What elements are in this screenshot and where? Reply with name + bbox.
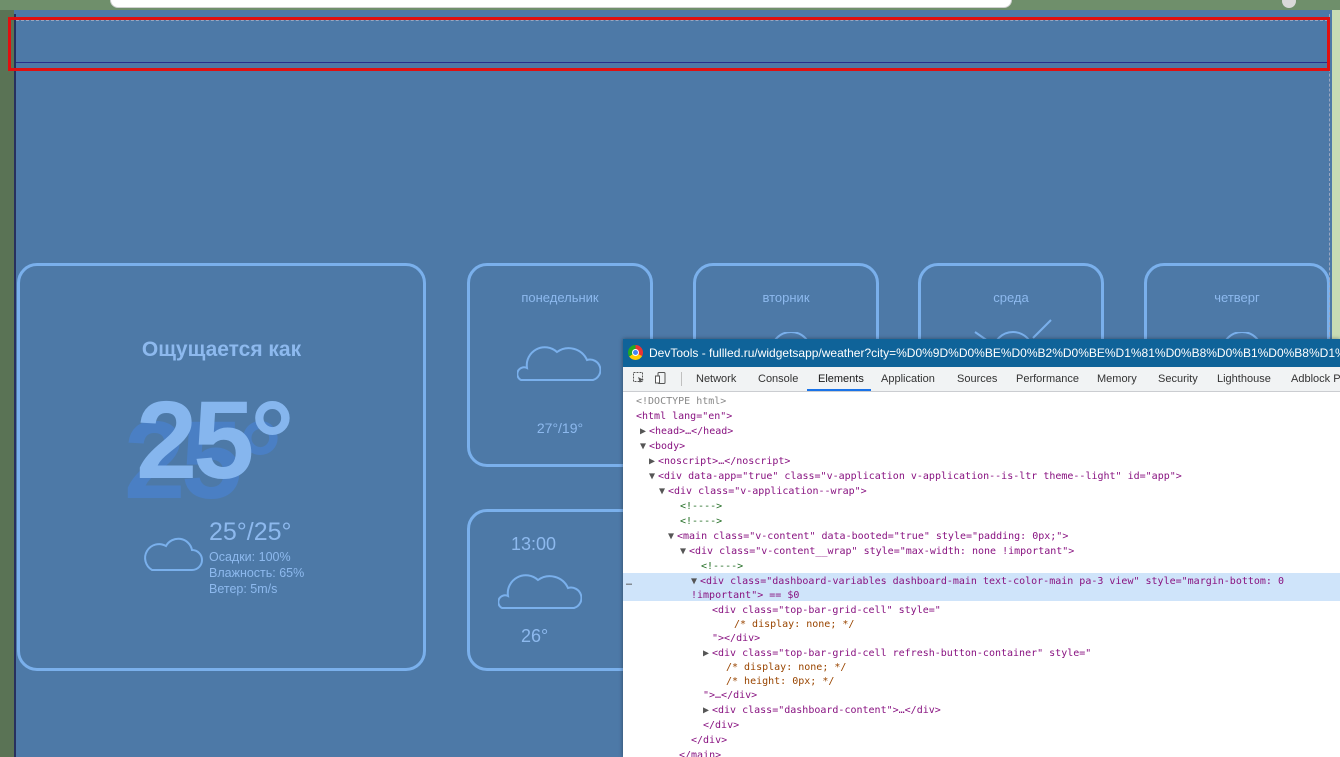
tree-line[interactable]: <body> [649,439,685,454]
hour-temp: 26° [521,626,549,646]
cloud-icon [144,537,203,571]
tab-elements[interactable]: Elements [818,373,864,385]
tree-line[interactable]: <main class="v-content" data-booted="tru… [677,529,1068,544]
humidity-text: Влажность: 65% [209,566,305,580]
tree-line[interactable]: <div class="v-application--wrap"> [668,484,867,499]
address-bar[interactable] [110,0,1012,8]
browser-address-strip [0,0,1340,10]
feels-like-temp: 25° [136,379,294,502]
collapse-triangle-icon[interactable]: ▼ [691,574,697,589]
collapse-triangle-icon[interactable]: ▼ [680,544,686,559]
expand-triangle-icon[interactable]: ▶ [640,424,646,439]
tree-line-selected[interactable]: <div class="dashboard-variables dashboar… [700,574,1284,589]
tab-application[interactable]: Application [881,373,935,385]
expand-triangle-icon[interactable]: ▶ [703,646,709,661]
left-window-edge [0,10,14,757]
precipitation-text: Осадки: 100% [209,550,291,564]
tab-security[interactable]: Security [1158,373,1198,385]
devtools-titlebar[interactable]: DevTools - fullled.ru/widgetsapp/weather… [623,339,1340,367]
tree-line[interactable]: <!----> [680,499,722,514]
tab-lighthouse[interactable]: Lighthouse [1217,373,1271,385]
cloud-icon [498,574,582,609]
devtools-toolbar: Network Console Elements Application Sou… [623,367,1340,392]
tree-line[interactable]: <html lang="en"> [636,409,732,424]
active-tab-indicator [807,389,871,391]
tab-memory[interactable]: Memory [1097,373,1137,385]
page-left-border [14,14,16,757]
collapse-triangle-icon[interactable]: ▼ [668,529,674,544]
inspected-element-highlight [8,17,1330,71]
tree-line[interactable]: <div class="top-bar-grid-cell refresh-bu… [712,646,1091,661]
collapse-triangle-icon[interactable]: ▼ [649,469,655,484]
wind-text: Ветер: 5m/s [209,582,278,596]
tree-line[interactable]: <noscript>…</noscript> [658,454,790,469]
collapse-triangle-icon[interactable]: ▼ [659,484,665,499]
tree-line[interactable]: </div> [691,733,727,748]
devtools-title: DevTools - fullled.ru/widgetsapp/weather… [649,346,1340,360]
day-name: среда [993,290,1029,305]
profile-icon[interactable] [1282,0,1296,8]
tree-line[interactable]: </main> [679,748,721,757]
toolbar-separator [681,372,682,386]
tree-line[interactable]: <!----> [701,559,743,574]
right-window-edge [1332,10,1340,340]
tree-line[interactable]: "></div> [712,631,760,646]
device-toolbar-icon[interactable] [655,372,667,384]
current-weather-card: Ощущается как 25° 25° 25°/25° Осадки: 10… [17,263,426,671]
tree-line[interactable]: ">…</div> [703,688,757,703]
temp-range: 25°/25° [209,518,292,546]
tree-line[interactable]: <!----> [680,514,722,529]
cloud-icon [517,346,601,381]
expand-triangle-icon[interactable]: ▶ [649,454,655,469]
tree-line[interactable]: <!DOCTYPE html> [636,394,726,409]
tab-sources[interactable]: Sources [957,373,997,385]
tree-line[interactable]: /* display: none; */ [726,660,846,675]
tab-console[interactable]: Console [758,373,798,385]
tab-network[interactable]: Network [696,373,736,385]
hour-time: 13:00 [511,534,557,554]
elements-tree: … <!DOCTYPE html> <html lang="en"> ▶ <he… [623,392,1340,757]
feels-like-label: Ощущается как [141,338,302,361]
expand-triangle-icon[interactable]: ▶ [703,703,709,718]
more-options-icon[interactable]: … [626,575,632,590]
tree-line-selected[interactable]: !important"> == $0 [691,588,799,603]
collapse-triangle-icon[interactable]: ▼ [640,439,646,454]
devtools-window[interactable]: DevTools - fullled.ru/widgetsapp/weather… [623,339,1340,757]
tree-line[interactable]: <div data-app="true" class="v-applicatio… [658,469,1182,484]
day-name: понедельник [521,290,599,305]
tree-line[interactable]: /* display: none; */ [734,617,854,632]
chrome-icon [628,345,643,360]
tree-line[interactable]: /* height: 0px; */ [726,674,834,689]
tree-line[interactable]: <div class="top-bar-grid-cell" style=" [712,603,941,618]
tree-line[interactable]: </div> [703,718,739,733]
inspect-element-icon[interactable] [633,372,645,384]
tree-line[interactable]: <div class="v-content__wrap" style="max-… [689,544,1074,559]
day-name: четверг [1214,290,1260,305]
tree-line[interactable]: <div class="dashboard-content">…</div> [712,703,941,718]
tree-line[interactable]: <head>…</head> [649,424,733,439]
tab-performance[interactable]: Performance [1016,373,1079,385]
day-name: вторник [762,290,810,305]
tab-adblock[interactable]: Adblock P [1291,373,1340,385]
